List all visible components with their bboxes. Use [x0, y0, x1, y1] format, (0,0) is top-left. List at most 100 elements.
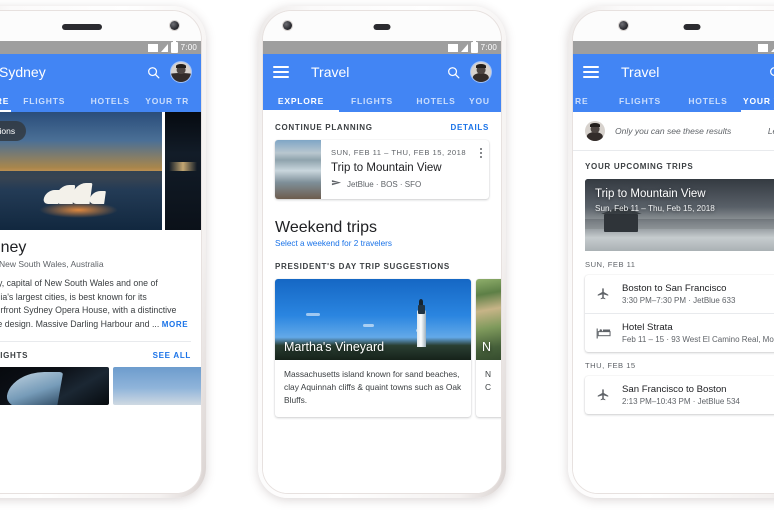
suggestion-description-line2: C — [485, 382, 492, 393]
itinerary-card: Boston to San Francisco 3:30 PM–7:30 PM … — [585, 275, 774, 352]
suggestion-name: Martha's Vineyard — [284, 340, 385, 354]
avatar[interactable] — [171, 62, 191, 82]
hamburger-icon[interactable] — [583, 66, 599, 78]
airplane-icon — [595, 388, 611, 402]
phone-inner-2: 7:00 Travel EXPLORE FLIGHTS HOTELS YOU C… — [262, 10, 502, 494]
upcoming-trip-hero-card[interactable]: Trip to Mountain View Sun, Feb 11 – Thu,… — [585, 179, 774, 251]
suggestion-description: N C — [476, 360, 501, 404]
privacy-banner: Only you can see these results Learn m — [573, 112, 774, 151]
city-subtitle: City in New South Wales, Australia — [0, 259, 104, 269]
tab-bar-3: RE FLIGHTS HOTELS YOUR TRI — [573, 90, 774, 112]
app-bar-2: Travel EXPLORE FLIGHTS HOTELS YOU — [263, 54, 501, 112]
tab-explore[interactable]: EXPLORE — [263, 90, 339, 112]
avatar — [585, 121, 605, 141]
screenshot-stage: 7:00 Sydney EX — [0, 0, 774, 516]
earpiece-speaker — [62, 24, 102, 30]
upcoming-trips-header: YOUR UPCOMING TRIPS — [573, 151, 774, 179]
privacy-text: Only you can see these results — [615, 126, 732, 136]
see-all-link[interactable]: SEE ALL — [153, 351, 191, 360]
front-camera-icon — [170, 21, 179, 30]
more-destinations-chip[interactable]: More destinations — [0, 121, 27, 141]
tab-your-trips[interactable]: YOUR TRI — [741, 90, 774, 112]
sight-card[interactable] — [0, 366, 109, 405]
earpiece-speaker — [373, 24, 391, 30]
upcoming-trip-dates: Sun, Feb 11 – Thu, Feb 15, 2018 — [595, 204, 715, 213]
suggestion-image-marthas-vineyard: Martha's Vineyard — [275, 279, 471, 360]
continue-planning-header: CONTINUE PLANNING DETAILS — [263, 112, 501, 140]
city-description-text: Sydney, capital of New South Wales and o… — [0, 278, 177, 329]
trip-suggestions-row[interactable]: Martha's Vineyard Massachusetts island k… — [263, 279, 501, 418]
trip-suggestions-header: PRESIDENT'S DAY TRIP SUGGESTIONS — [263, 262, 501, 279]
avatar[interactable] — [471, 62, 491, 82]
weekend-trips-title: Weekend trips — [275, 219, 377, 236]
app-bar-top-2: Travel — [263, 54, 501, 90]
continue-planning-heading: CONTINUE PLANNING — [275, 123, 373, 132]
tab-your-trips[interactable]: YOUR TR — [143, 90, 201, 112]
details-link[interactable]: DETAILS — [450, 123, 489, 132]
trip-meta-text: JetBlue · BOS · SFO — [347, 180, 422, 189]
phone-bezel-top-2 — [263, 11, 501, 41]
wifi-icon — [147, 43, 158, 52]
kebab-menu-icon[interactable] — [480, 148, 482, 158]
suggestion-card[interactable]: N N C — [476, 279, 501, 418]
search-icon[interactable] — [446, 65, 461, 80]
city-description: Sydney, capital of New South Wales and o… — [0, 277, 191, 332]
search-icon[interactable] — [146, 65, 161, 80]
itinerary-text: Boston to San Francisco 3:30 PM–7:30 PM … — [622, 283, 774, 305]
signal-icon — [770, 43, 774, 52]
more-link[interactable]: MORE — [162, 320, 188, 329]
list-item[interactable]: San Francisco to Boston 2:13 PM–10:43 PM… — [585, 376, 774, 414]
app-bar-top-1: Sydney — [0, 54, 201, 90]
airplane-icon — [595, 287, 611, 301]
itinerary-title: San Francisco to Boston — [622, 384, 727, 395]
tab-your-trips[interactable]: YOU — [467, 90, 501, 112]
sydney-opera-house-shape — [42, 182, 111, 205]
airplane-icon — [331, 180, 342, 186]
top-sights-heading: TOP SIGHTS — [0, 350, 29, 360]
tab-flights[interactable]: FLIGHTS — [605, 90, 675, 112]
trip-suggestions-heading: PRESIDENT'S DAY TRIP SUGGESTIONS — [275, 262, 450, 271]
day-label: SUN, FEB 11 — [585, 260, 636, 269]
sight-card[interactable] — [113, 366, 201, 405]
suggestion-card[interactable]: Martha's Vineyard Massachusetts island k… — [275, 279, 471, 418]
trip-thumbnail — [275, 140, 321, 199]
tab-explore[interactable]: EXPLORE — [0, 90, 12, 112]
upcoming-trips-heading: YOUR UPCOMING TRIPS — [585, 162, 694, 171]
status-time: 7:00 — [180, 43, 197, 52]
destination-hero-carousel[interactable]: More destinations — [0, 112, 201, 230]
list-item[interactable]: Hotel Strata Feb 11 – 15 · 93 West El Ca… — [585, 313, 774, 352]
tab-hotels[interactable]: HOTELS — [675, 90, 741, 112]
itinerary-card: San Francisco to Boston 2:13 PM–10:43 PM… — [585, 376, 774, 414]
city-overview: Sydney City in New South Wales, Australi… — [0, 239, 201, 342]
trip-card-body: SUN, FEB 11 – THU, FEB 15, 2018 Trip to … — [321, 140, 489, 199]
search-icon[interactable] — [768, 65, 774, 80]
status-time: 7:00 — [480, 43, 497, 52]
trip-dates: SUN, FEB 11 – THU, FEB 15, 2018 — [331, 148, 467, 157]
tab-flights[interactable]: FLIGHTS — [11, 90, 77, 112]
learn-more-link[interactable]: Learn m — [768, 126, 774, 136]
top-sights-row[interactable] — [0, 366, 201, 405]
trip-title: Trip to Mountain View — [331, 162, 442, 174]
top-sights-header: TOP SIGHTS SEE ALL — [0, 342, 201, 367]
tab-hotels[interactable]: HOTELS — [405, 90, 467, 112]
suggestion-name: N — [482, 340, 492, 354]
trip-card[interactable]: SUN, FEB 11 – THU, FEB 15, 2018 Trip to … — [275, 140, 489, 199]
status-bar-1: 7:00 — [0, 41, 201, 54]
status-bar-3: 7:00 — [573, 41, 774, 54]
hero-image-next[interactable] — [165, 112, 201, 230]
wifi-icon — [447, 43, 458, 52]
phone-screen-3: 7:00 Travel RE — [573, 41, 774, 493]
weekend-trips-subtitle[interactable]: Select a weekend for 2 travelers — [275, 239, 489, 248]
list-item[interactable]: Boston to San Francisco 3:30 PM–7:30 PM … — [585, 275, 774, 313]
tab-explore[interactable]: RE — [573, 90, 605, 112]
tab-hotels[interactable]: HOTELS — [77, 90, 143, 112]
tab-flights[interactable]: FLIGHTS — [339, 90, 405, 112]
signal-icon — [160, 43, 168, 52]
app-bar-top-3: Travel — [573, 54, 774, 90]
phone-bezel-top-1 — [0, 11, 201, 41]
app-bar-title: Sydney — [0, 64, 46, 80]
hamburger-icon[interactable] — [273, 66, 289, 78]
day-label: THU, FEB 15 — [585, 361, 636, 370]
trip-meta: JetBlue · BOS · SFO — [331, 179, 481, 190]
app-bar-3: Travel RE FLIGHTS HOTELS YOUR TRI — [573, 54, 774, 112]
